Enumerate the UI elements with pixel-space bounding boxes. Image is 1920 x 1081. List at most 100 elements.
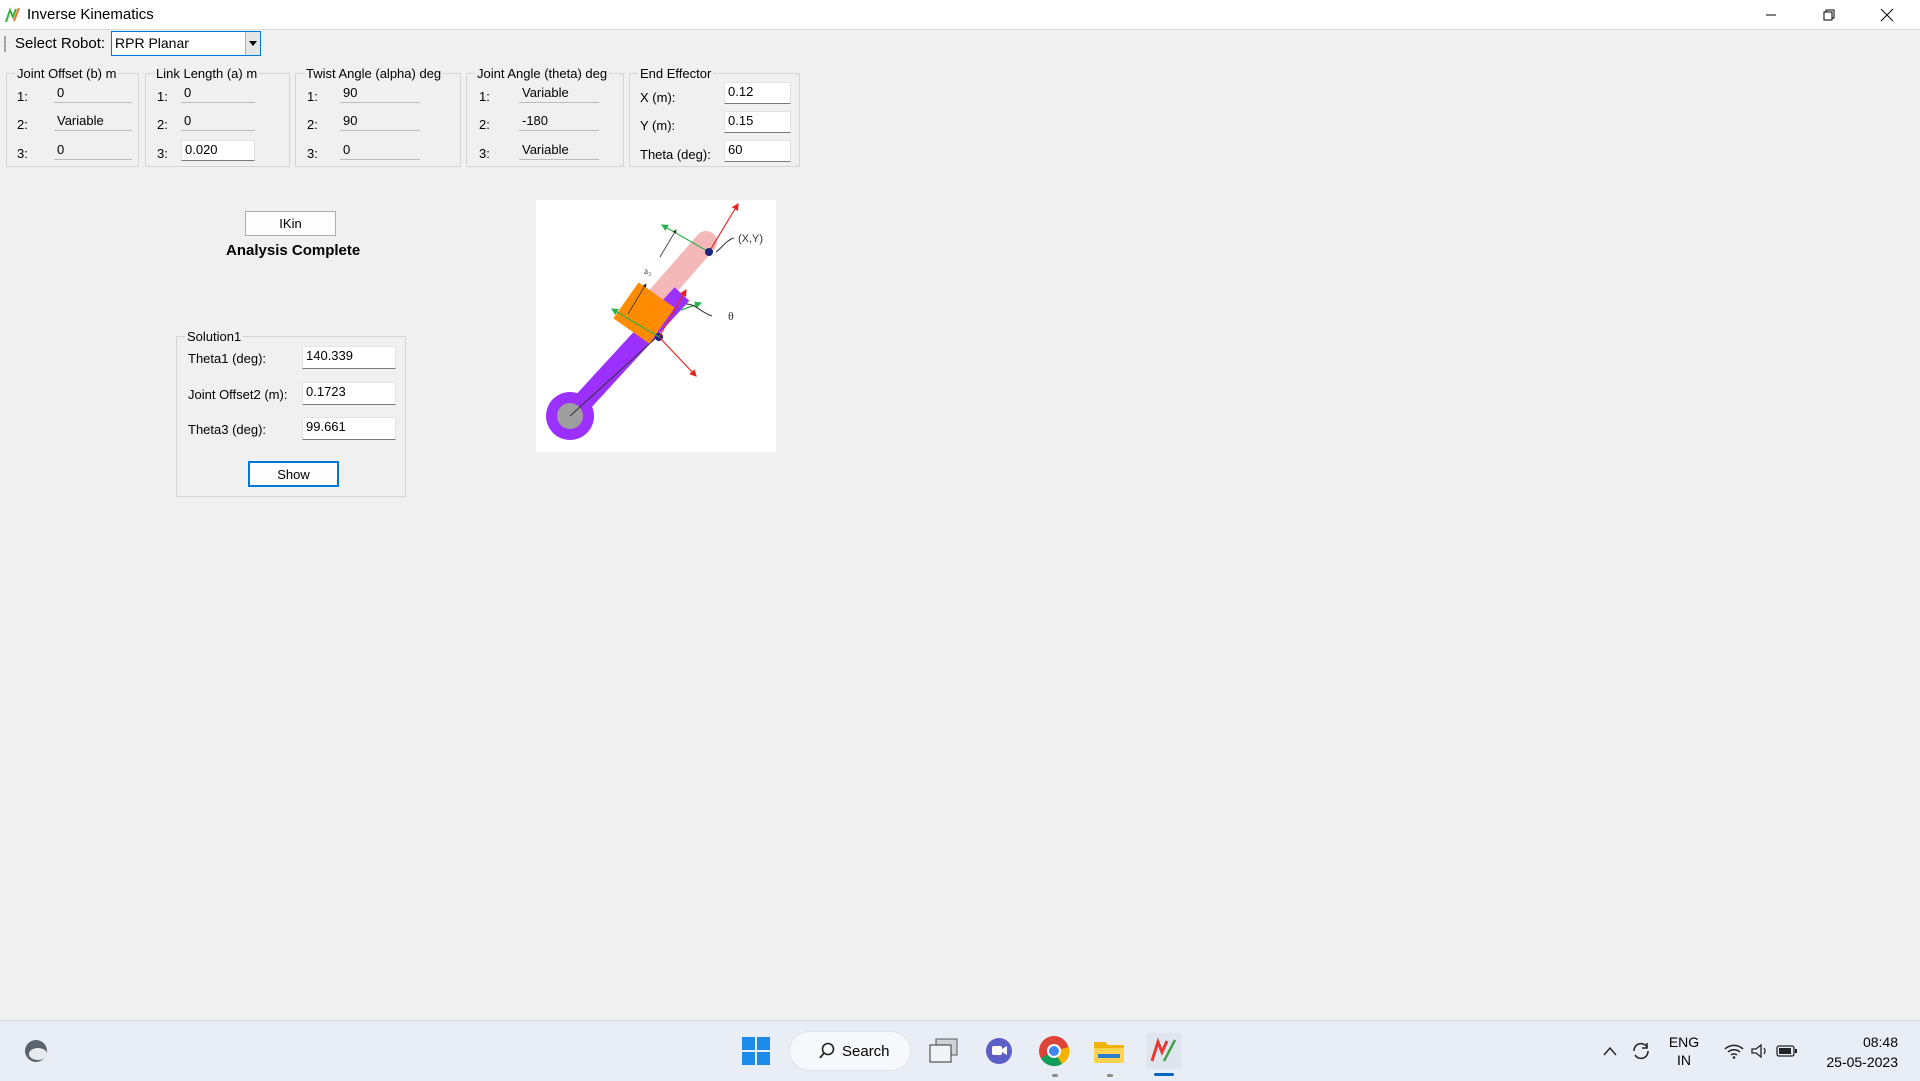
language-indicator[interactable]: ENG IN — [1661, 1033, 1707, 1069]
solution-title: Solution1 — [185, 329, 244, 344]
folder-icon — [1094, 1042, 1124, 1063]
windows-logo-icon — [742, 1037, 770, 1065]
link-length-field-3[interactable]: 0.020 — [181, 140, 255, 161]
link-length-label-3: 3: — [157, 146, 168, 161]
ikin-button[interactable]: IKin — [245, 211, 336, 236]
roboanalyzer-icon — [1150, 1037, 1177, 1062]
end-effector-theta-input[interactable]: 60 — [724, 140, 791, 162]
solution-theta3-field[interactable]: 99.661 — [302, 417, 396, 440]
end-effector-x-input[interactable]: 0.12 — [724, 82, 791, 104]
joint-offset-field-2: Variable — [54, 112, 132, 131]
joint-angle-field-2: -180 — [519, 112, 599, 131]
end-effector-point — [705, 248, 713, 256]
twist-angle-label-2: 2: — [307, 117, 318, 132]
link-length-title: Link Length (a) m — [154, 66, 260, 81]
select-robot-label: Select Robot: — [15, 35, 106, 52]
joint-angle-label-1: 1: — [479, 89, 490, 104]
start-button[interactable] — [738, 1033, 774, 1069]
joint-offset-label-3: 3: — [17, 146, 28, 161]
clock-time: 08:48 — [1862, 1034, 1898, 1050]
search-icon — [819, 1042, 835, 1059]
solution-label-theta1: Theta1 (deg): — [188, 351, 267, 366]
end-effector-title: End Effector — [638, 66, 714, 81]
language-region: IN — [1677, 1052, 1691, 1068]
twist-angle-title: Twist Angle (alpha) deg — [304, 66, 444, 81]
joint-offset-label-1: 1: — [17, 89, 28, 104]
weather-cloud-icon — [25, 1040, 47, 1062]
file-explorer-button[interactable] — [1091, 1033, 1127, 1069]
restore-icon — [1823, 9, 1835, 20]
solution-label-offset2: Joint Offset2 (m): — [188, 387, 288, 402]
app-logo-icon — [5, 7, 20, 23]
link-length-label: a₃ — [644, 266, 651, 276]
joint-offset-label-2: 2: — [17, 117, 28, 132]
joint-angle-field-1: Variable — [519, 84, 599, 103]
title-bar: Inverse Kinematics — [0, 0, 1920, 30]
end-effector-label-y: Y (m): — [640, 118, 676, 133]
link-length-label-1: 1: — [157, 89, 168, 104]
toolbar-grip[interactable] — [4, 36, 6, 52]
robot-select[interactable]: RPR Planar — [111, 31, 261, 56]
joint-angle-label-2: 2: — [479, 117, 490, 132]
teams-chat-button[interactable] — [981, 1033, 1017, 1069]
solution-group: Solution1 Theta1 (deg): Joint Offset2 (m… — [176, 329, 406, 497]
end-effector-label-theta: Theta (deg): — [640, 147, 711, 162]
quick-settings-button[interactable] — [1716, 1033, 1806, 1069]
analysis-status: Analysis Complete — [226, 242, 361, 259]
task-view-button[interactable] — [926, 1033, 962, 1069]
xy-point-label: (X,Y) — [738, 233, 763, 245]
restore-button[interactable] — [1800, 0, 1858, 29]
sync-icon — [1633, 1042, 1649, 1060]
theta-label: θ — [728, 309, 734, 323]
twist-angle-label-1: 1: — [307, 89, 318, 104]
running-indicator-chrome — [1052, 1074, 1058, 1077]
widgets-button[interactable] — [18, 1033, 54, 1069]
active-app-indicator — [1154, 1073, 1174, 1076]
link-length-field-1: 0 — [181, 84, 255, 103]
robot-diagram: a₃ (X,Y) θ — [536, 200, 776, 452]
search-label: Search — [842, 1042, 890, 1060]
task-view-icon — [929, 1038, 958, 1063]
joint-offset-group: Joint Offset (b) m 1: 2: 3: 0 Variable 0 — [6, 66, 139, 167]
twist-angle-label-3: 3: — [307, 146, 318, 161]
solution-theta1-field[interactable]: 140.339 — [302, 346, 396, 369]
joint-angle-group: Joint Angle (theta) deg 1: 2: 3: Variabl… — [466, 66, 624, 167]
close-icon — [1880, 8, 1894, 21]
joint-angle-label-3: 3: — [479, 146, 490, 161]
dropdown-arrow-button[interactable] — [245, 32, 260, 55]
end-effector-y-input[interactable]: 0.15 — [724, 111, 791, 133]
chevron-up-icon — [1603, 1046, 1617, 1056]
wifi-icon — [1724, 1044, 1744, 1059]
end-effector-group: End Effector X (m): Y (m): Theta (deg): … — [629, 66, 800, 167]
solution-offset2-field[interactable]: 0.1723 — [302, 382, 396, 405]
chat-icon — [986, 1038, 1012, 1064]
show-button[interactable]: Show — [248, 461, 339, 487]
sync-tray-button[interactable] — [1623, 1033, 1659, 1069]
link-length-field-2: 0 — [181, 112, 255, 131]
joint-angle-field-3: Variable — [519, 141, 599, 160]
minimize-button[interactable] — [1742, 0, 1800, 29]
taskbar: Search ENG IN 08:48 25-05-2023 — [0, 1020, 1920, 1081]
link-length-label-2: 2: — [157, 117, 168, 132]
chevron-down-icon — [249, 41, 257, 46]
link-length-group: Link Length (a) m 1: 2: 3: 0 0 0.020 — [145, 66, 290, 167]
volume-icon — [1751, 1043, 1766, 1059]
roboanalyzer-button[interactable] — [1146, 1033, 1182, 1069]
minimize-icon — [1766, 14, 1776, 15]
clock-date: 25-05-2023 — [1826, 1054, 1898, 1070]
twist-angle-field-1: 90 — [340, 84, 420, 103]
taskbar-search[interactable]: Search — [789, 1031, 911, 1071]
battery-icon — [1776, 1045, 1797, 1057]
robot-select-value: RPR Planar — [115, 35, 189, 51]
joint-angle-title: Joint Angle (theta) deg — [475, 66, 610, 81]
twist-angle-field-3: 0 — [340, 141, 420, 160]
close-button[interactable] — [1858, 0, 1916, 29]
joint-offset-field-3: 0 — [54, 141, 132, 160]
twist-angle-field-2: 90 — [340, 112, 420, 131]
joint-offset-field-1: 0 — [54, 84, 132, 103]
chrome-button[interactable] — [1036, 1033, 1072, 1069]
language-code: ENG — [1668, 1034, 1700, 1050]
chrome-icon — [1039, 1036, 1070, 1067]
clock[interactable]: 08:48 25-05-2023 — [1826, 1032, 1898, 1072]
twist-angle-group: Twist Angle (alpha) deg 1: 2: 3: 90 90 0 — [295, 66, 461, 167]
